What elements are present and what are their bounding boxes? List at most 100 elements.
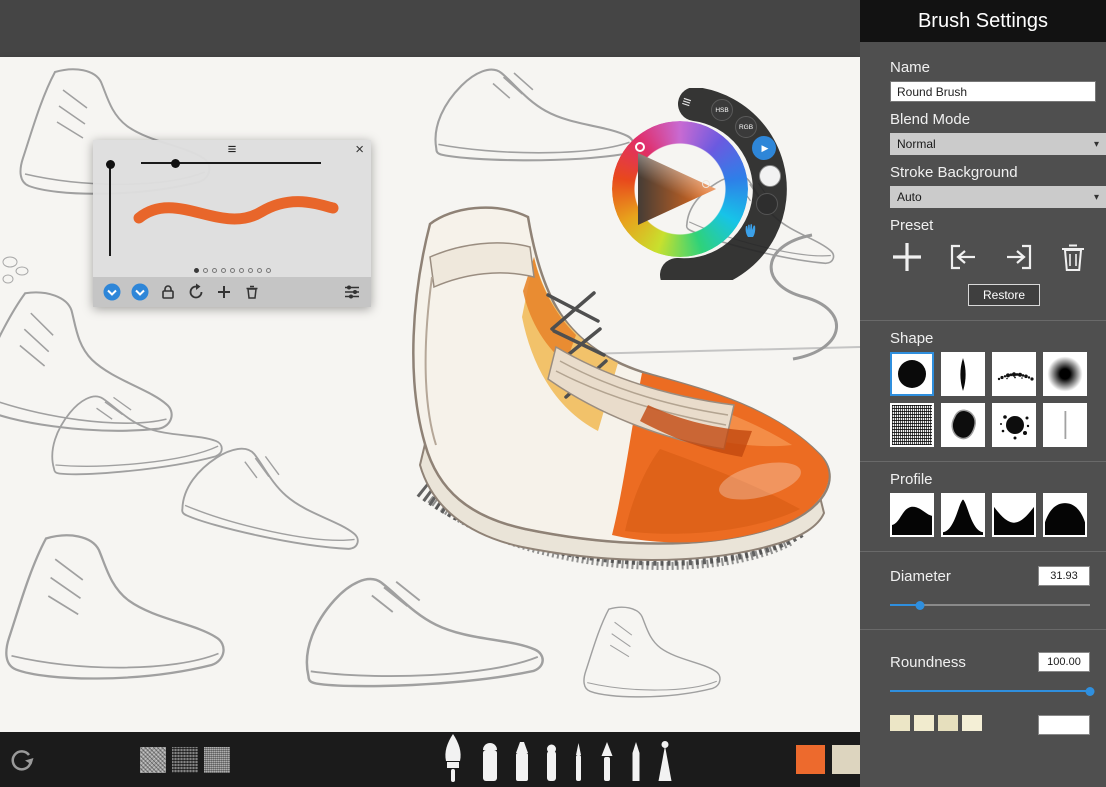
play-icon: ▶: [761, 142, 769, 153]
page-dot[interactable]: [202, 268, 208, 273]
reset-rotate-icon[interactable]: [187, 283, 205, 301]
shape-tile-stipple-arc[interactable]: [992, 352, 1036, 396]
rgb-label: RGB: [738, 123, 754, 131]
stroke-background-label: Stroke Background: [890, 164, 1018, 181]
undo-icon[interactable]: [8, 746, 34, 772]
close-icon[interactable]: ×: [355, 141, 364, 158]
page-dot[interactable]: [211, 268, 217, 273]
shape-grid: [890, 352, 1090, 447]
horizontal-slider[interactable]: [141, 158, 321, 168]
texture-swatch[interactable]: [172, 747, 198, 773]
stroke-preview: [133, 196, 339, 225]
profile-tile-skew[interactable]: [890, 493, 934, 537]
preset-label: Preset: [890, 217, 934, 234]
app-window: ≡ × ≡ HSB RGB ▶ Brush Settings Name Roun…: [0, 0, 1106, 787]
vertical-slider[interactable]: [105, 160, 115, 256]
stroke-background-dropdown[interactable]: Auto ▾: [890, 186, 1106, 208]
chisel-marker-tool-icon[interactable]: [514, 740, 530, 782]
chevron-down-icon: ▾: [1093, 138, 1099, 150]
horizontal-slider-knob[interactable]: [171, 158, 180, 168]
sidebar-title: Brush Settings: [860, 0, 1106, 42]
blend-mode-value: Normal: [897, 137, 936, 151]
active-color-swatch[interactable]: [796, 745, 825, 774]
play-button[interactable]: ▶: [752, 136, 776, 160]
fine-liner-tool-icon[interactable]: [573, 740, 584, 782]
texture-swatch[interactable]: [140, 747, 166, 773]
secondary-color-swatch[interactable]: [832, 745, 861, 774]
brush-tool-row: [440, 732, 673, 782]
shape-label: Shape: [890, 330, 934, 347]
export-preset-icon[interactable]: [1003, 241, 1035, 273]
page-dot[interactable]: [220, 268, 226, 273]
pencil-tool-icon[interactable]: [630, 740, 642, 782]
partial-value-box[interactable]: [1038, 715, 1090, 735]
diameter-slider[interactable]: [890, 600, 1090, 610]
roundness-label: Roundness: [890, 653, 966, 671]
shape-tile-taper[interactable]: [941, 352, 985, 396]
lock-icon[interactable]: [159, 283, 177, 301]
brush-preview-panel[interactable]: ≡ ×: [93, 140, 371, 307]
restore-button[interactable]: Restore: [968, 284, 1041, 306]
divider: [860, 629, 1106, 630]
brush-name-input[interactable]: [890, 81, 1096, 102]
shape-tile-noise[interactable]: [890, 403, 934, 447]
shape-tile-faint-line[interactable]: [1043, 403, 1087, 447]
diameter-label: Diameter: [890, 567, 951, 585]
page-dot[interactable]: [265, 268, 271, 273]
collapse-icon[interactable]: [103, 283, 121, 301]
hsb-label: HSB: [715, 106, 729, 114]
profile-tile-valley[interactable]: [992, 493, 1036, 537]
hsb-button[interactable]: HSB: [711, 99, 733, 121]
add-preset-icon[interactable]: [890, 240, 924, 274]
texture-swatch[interactable]: [204, 747, 230, 773]
shape-tile-round[interactable]: [890, 352, 934, 396]
divider: [860, 461, 1106, 462]
partial-swatches[interactable]: [890, 715, 982, 731]
delete-preset-icon[interactable]: [1058, 241, 1088, 273]
top-strip: [0, 0, 860, 57]
small-marker-tool-icon[interactable]: [545, 740, 558, 782]
import-preset-icon[interactable]: [947, 241, 979, 273]
blend-mode-label: Blend Mode: [890, 111, 971, 128]
settings-sliders-icon[interactable]: [343, 283, 361, 301]
profile-tile-spike[interactable]: [941, 493, 985, 537]
hue-selector[interactable]: [635, 142, 645, 152]
partial-next-section: [890, 715, 1090, 735]
roundness-value-box[interactable]: 100.00: [1038, 652, 1090, 672]
collapse-icon[interactable]: [131, 283, 149, 301]
page-dot[interactable]: [229, 268, 235, 273]
page-dot[interactable]: [256, 268, 262, 273]
dark-color-button[interactable]: [756, 193, 778, 215]
page-dots[interactable]: [93, 268, 371, 273]
delete-icon[interactable]: [243, 283, 261, 301]
page-dot[interactable]: [193, 268, 199, 273]
rgb-button[interactable]: RGB: [735, 116, 757, 138]
page-dot[interactable]: [238, 268, 244, 273]
roundness-slider[interactable]: [890, 686, 1095, 696]
preset-actions: [890, 240, 1088, 274]
add-icon[interactable]: [215, 283, 233, 301]
white-color-button[interactable]: [759, 165, 781, 187]
divider: [860, 320, 1106, 321]
color-selector[interactable]: [702, 180, 710, 188]
name-label: Name: [890, 59, 931, 76]
diameter-slider-knob[interactable]: [915, 600, 925, 610]
fountain-pen-tool-icon[interactable]: [599, 740, 615, 782]
profile-tile-dome[interactable]: [1043, 493, 1087, 537]
blend-mode-dropdown[interactable]: Normal ▾: [890, 133, 1106, 155]
page-dot[interactable]: [247, 268, 253, 273]
roundness-slider-knob[interactable]: [1085, 686, 1095, 696]
profile-label: Profile: [890, 471, 933, 488]
shape-tile-blob[interactable]: [941, 403, 985, 447]
stroke-background-value: Auto: [897, 190, 922, 204]
diameter-value-box[interactable]: 31.93: [1038, 566, 1090, 586]
drag-handle-icon[interactable]: ≡: [228, 142, 237, 157]
texture-swatches: [140, 747, 230, 773]
shape-tile-splatter[interactable]: [992, 403, 1036, 447]
paintbrush-tool-icon[interactable]: [440, 732, 466, 782]
pan-hand-button[interactable]: [741, 220, 761, 240]
shape-tile-soft-round[interactable]: [1043, 352, 1087, 396]
vertical-slider-knob[interactable]: [105, 160, 115, 169]
airbrush-tool-icon[interactable]: [657, 740, 673, 782]
round-marker-tool-icon[interactable]: [481, 740, 499, 782]
